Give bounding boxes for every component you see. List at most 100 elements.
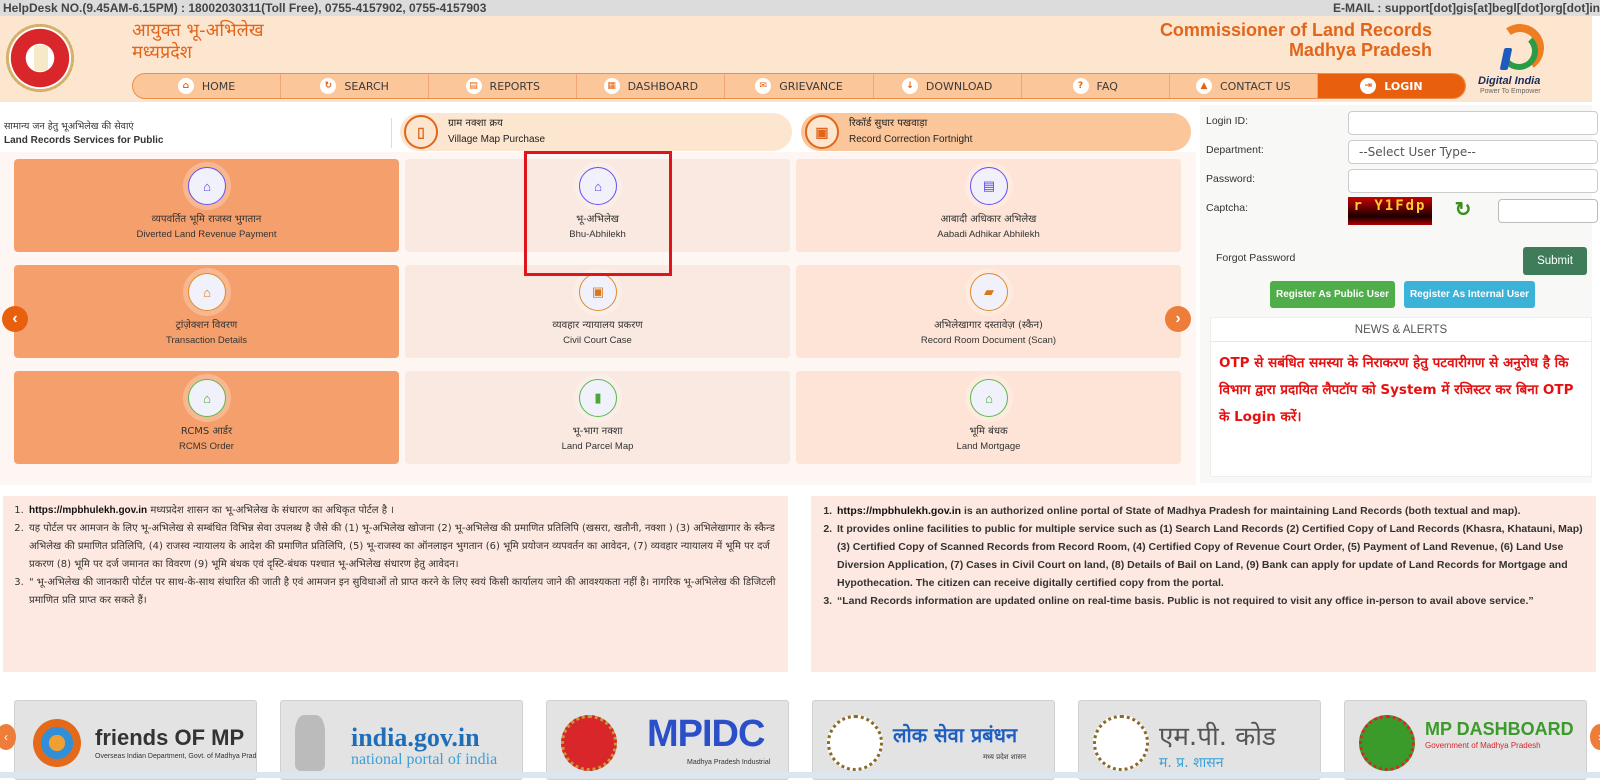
captcha-input[interactable] (1498, 199, 1598, 223)
mp-emblem-icon (561, 715, 617, 771)
title-en-line2: Madhya Pradesh (1288, 40, 1432, 60)
captcha-label: Captcha: (1206, 202, 1249, 214)
forgot-password-link[interactable]: Forgot Password (1216, 252, 1295, 264)
nav-faq[interactable]: ? FAQ (1022, 74, 1170, 98)
partner-logo-mp-code[interactable]: एम.पी. कोड म. प्र. शासन (1078, 700, 1321, 780)
mp-emblem-logo (6, 24, 74, 92)
title-hi-line2: मध्यप्रदेश (132, 42, 193, 63)
info-text: is an authorized online portal of State … (961, 505, 1521, 517)
service-card-bhu-abhilekh[interactable]: ⌂ भू-अभिलेख Bhu-Abhilekh (405, 159, 790, 252)
nav-contact-us[interactable]: ▲ CONTACT US (1170, 74, 1318, 98)
nav-label: LOGIN (1384, 79, 1423, 93)
partner-name: लोक सेवा प्रबंधन (893, 723, 1018, 747)
portal-url: https://mpbhulekh.gov.in (837, 505, 962, 517)
portal-url: https://mpbhulekh.gov.in (29, 505, 148, 516)
refresh-captcha-icon[interactable]: ↻ (1452, 199, 1474, 221)
service-card-land-parcel-map[interactable]: ▮ भू-भाग नक्शा Land Parcel Map (405, 371, 790, 464)
partners-next-button[interactable]: › (1590, 724, 1600, 750)
card-label-en: Land Parcel Map (561, 441, 634, 452)
service-card-diverted-land-revenue[interactable]: ⌂ व्यपवर्तित भूमि राजस्व भुगतान Diverted… (14, 159, 399, 252)
partner-name: friends OF MP (95, 725, 245, 750)
service-card-record-room-document[interactable]: ▰ अभिलेखागार दस्तावेज़ (स्कैन) Record Ro… (796, 265, 1181, 358)
helpdesk-bar: HelpDesk NO.(9.45AM-6.15PM) : 1800203031… (0, 0, 1600, 16)
card-label-hi: भूमि बंधक (969, 426, 1008, 437)
main-nav: ⌂ HOME ↻ SEARCH ▤ REPORTS ▦ DASHBOARD ✉ GRIEV… (132, 73, 1466, 99)
nav-dashboard[interactable]: ▦ DASHBOARD (577, 74, 726, 98)
nav-label: DASHBOARD (627, 79, 699, 93)
partner-sub: Government of Madhya Pradesh (1425, 741, 1541, 750)
card-label-hi: भू-अभिलेख (576, 214, 619, 225)
nav-reports[interactable]: ▤ REPORTS (429, 74, 578, 98)
card-label-hi: अभिलेखागार दस्तावेज़ (स्कैन) (934, 320, 1043, 331)
friends-of-mp-icon (29, 715, 85, 771)
partner-logo-india-gov[interactable]: india.gov.in national portal of india (280, 700, 523, 780)
faq-icon: ? (1072, 78, 1089, 94)
helpdesk-text: HelpDesk NO.(9.45AM-6.15PM) : 1800203031… (3, 1, 487, 15)
service-card-transaction-details[interactable]: ⌂ ट्रांज़ेक्शन विवरण Transaction Details (14, 265, 399, 358)
card-label-en: RCMS Order (179, 441, 234, 452)
password-label: Password: (1206, 173, 1256, 185)
home-icon: ⌂ (970, 379, 1008, 417)
department-select[interactable]: --Select User Type-- (1348, 140, 1598, 164)
partner-sub: national portal of india (351, 751, 498, 768)
service-card-aabadi-adhikar[interactable]: ▤ आबादी अधिकार अभिलेख Aabadi Adhikar Abh… (796, 159, 1181, 252)
nav-label: REPORTS (489, 79, 540, 93)
partner-sub: म. प्र. शासन (1159, 755, 1224, 771)
calendar-icon: ▣ (805, 115, 839, 149)
card-label-en: Aabadi Adhikar Abhilekh (937, 229, 1040, 240)
login-id-input[interactable] (1348, 111, 1598, 135)
login-id-label: Login ID: (1206, 115, 1249, 127)
info-en-item: “Land Records information are updated on… (835, 592, 1586, 610)
partner-logo-mp-dashboard[interactable]: MP DASHBOARD Government of Madhya Prades… (1344, 700, 1587, 780)
site-title-hindi: आयुक्त भू-अभिलेख मध्यप्रदेश (132, 20, 264, 64)
digital-india-logo: Digital India Power To Empower (1474, 20, 1564, 102)
partner-logo-mpidc[interactable]: MPIDC Madhya Pradesh Industrial (546, 700, 789, 780)
register-internal-user-button[interactable]: Register As Internal User (1404, 281, 1535, 308)
partner-sub: मध्य प्रदेश शासन (983, 753, 1026, 761)
partner-logo-lok-seva-prabandhan[interactable]: लोक सेवा प्रबंधन मध्य प्रदेश शासन (812, 700, 1055, 780)
partner-logo-friends-of-mp[interactable]: friends OF MP Overseas Indian Department… (14, 700, 257, 780)
carousel-prev-button[interactable]: ‹ (2, 306, 28, 332)
digital-india-text: Digital India (1478, 75, 1541, 87)
nav-search[interactable]: ↻ SEARCH (281, 74, 430, 98)
contact-icon: ▲ (1195, 78, 1212, 94)
nav-download[interactable]: ↓ DOWNLOAD (874, 74, 1022, 98)
info-text: It provides online facilities to public … (837, 523, 1583, 589)
password-input[interactable] (1348, 169, 1598, 193)
login-icon: ⇥ (1360, 78, 1377, 94)
info-hi-item: " भू-अभिलेख की जानकारी पोर्टल पर साथ-के-… (27, 574, 778, 610)
carousel-next-button[interactable]: › (1165, 306, 1191, 332)
submit-button[interactable]: Submit (1523, 247, 1587, 275)
card-label-hi: व्यपवर्तित भूमि राजस्व भुगतान (151, 214, 262, 225)
mp-emblem-icon (1093, 715, 1149, 771)
card-label-hi: RCMS आर्डर (180, 426, 233, 437)
register-public-user-button[interactable]: Register As Public User (1270, 281, 1395, 308)
title-hi-line1: आयुक्त भू-अभिलेख (132, 20, 264, 41)
grievance-icon: ✉ (755, 78, 772, 94)
info-text: मध्यप्रदेश शासन का भू-अभिलेख के संधारण क… (147, 505, 394, 516)
book-icon: ▮ (579, 379, 617, 417)
card-label-en: Bhu-Abhilekh (569, 229, 626, 240)
nav-grievance[interactable]: ✉ GRIEVANCE (725, 74, 874, 98)
service-card-civil-court-case[interactable]: ▣ व्यवहार न्यायालय प्रकरण Civil Court Ca… (405, 265, 790, 358)
village-map-purchase-link[interactable]: ▯ ग्राम नक्शा क्रय Village Map Purchase (400, 113, 792, 151)
site-title-english: Commissioner of Land Records Madhya Prad… (1160, 20, 1432, 60)
dashboard-icon: ▦ (603, 78, 620, 94)
card-label-en: Transaction Details (166, 335, 247, 346)
card-label-en: Record Room Document (Scan) (920, 335, 1057, 346)
nav-login[interactable]: ⇥ LOGIN (1317, 74, 1465, 98)
card-label-en: Land Mortgage (956, 441, 1021, 452)
service-card-land-mortgage[interactable]: ⌂ भूमि बंधक Land Mortgage (796, 371, 1181, 464)
info-hi-item: https://mpbhulekh.gov.in मध्यप्रदेश शासन… (27, 502, 778, 520)
nav-label: FAQ (1096, 79, 1118, 93)
card-label-en: Civil Court Case (563, 335, 632, 346)
pill-label-hi: रिकॉर्ड सुधार पखवाड़ा (849, 118, 928, 129)
service-card-rcms-order[interactable]: ⌂ RCMS आर्डर RCMS Order (14, 371, 399, 464)
home-icon: ⌂ (579, 167, 617, 205)
folder-user-icon: ▰ (970, 273, 1008, 311)
nav-label: HOME (201, 79, 236, 93)
record-correction-fortnight-link[interactable]: ▣ रिकॉर्ड सुधार पखवाड़ा Record Correction… (801, 113, 1191, 151)
services-heading-hi: सामान्य जन हेतु भूअभिलेख की सेवाएं (4, 121, 134, 132)
captcha-image: r Y1Fdp (1348, 197, 1432, 225)
nav-home[interactable]: ⌂ HOME (133, 74, 282, 98)
